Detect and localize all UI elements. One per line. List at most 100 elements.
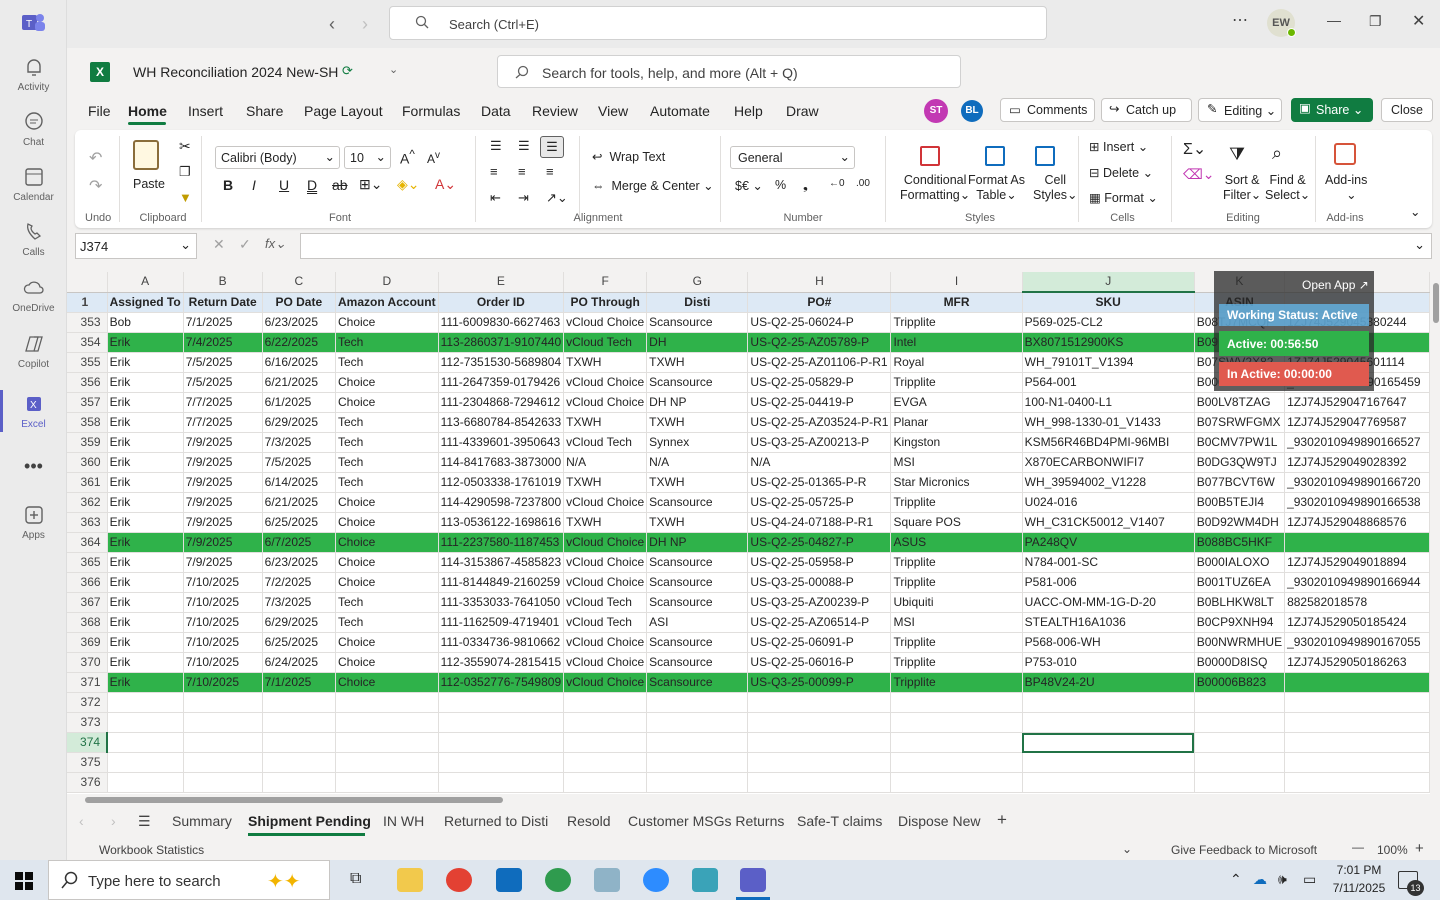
collaborator-avatar-st[interactable]: ST [924, 99, 948, 123]
row-header[interactable]: 373 [67, 712, 108, 733]
back-icon[interactable]: ‹ [329, 14, 335, 35]
cell[interactable]: Bob [107, 312, 184, 333]
cell[interactable] [262, 752, 337, 773]
cell[interactable]: 7/4/2025 [183, 332, 263, 353]
cell[interactable]: KSM56R46BD4PMI-96MBI [1022, 432, 1195, 453]
sheet-tab-shipment-pending[interactable]: Shipment Pending [248, 813, 371, 829]
cell[interactable]: 114-4290598-7237800 [438, 492, 565, 513]
cell[interactable]: 111-2647359-0179426 [438, 372, 565, 393]
cell[interactable]: 6/24/2025 [262, 652, 337, 673]
cell[interactable]: Square POS [890, 512, 1023, 533]
cell[interactable]: 111-8144849-2160259 [438, 572, 565, 593]
cell[interactable] [890, 772, 1023, 793]
workbook-statistics-button[interactable]: Workbook Statistics [99, 843, 204, 857]
header-cell[interactable]: SKU [1022, 292, 1195, 313]
header-cell[interactable]: Order ID [438, 292, 565, 313]
cell[interactable]: BP48V24-2U [1022, 672, 1195, 693]
cancel-entry-icon[interactable]: ✕ [213, 236, 225, 253]
format-as-table-button[interactable]: Format As Table⌄ [968, 173, 1025, 202]
cell[interactable] [1194, 752, 1286, 773]
cell[interactable]: Choice [335, 372, 439, 393]
next-sheet-icon[interactable]: › [111, 813, 116, 829]
cell[interactable]: vCloud Choice [563, 552, 648, 573]
clock-time[interactable]: 7:01 PM [1333, 863, 1385, 877]
column-header-e[interactable]: E [438, 272, 565, 293]
cell[interactable]: 7/10/2025 [183, 592, 263, 613]
cell[interactable]: WH_C31CK50012_V1407 [1022, 512, 1195, 533]
show-hidden-icons-icon[interactable]: ⌃ [1230, 871, 1242, 888]
cell[interactable]: U024-016 [1022, 492, 1195, 513]
cell[interactable] [890, 692, 1023, 713]
cell[interactable]: P581-006 [1022, 572, 1195, 593]
chrome-icon[interactable] [446, 868, 472, 892]
increase-font-icon[interactable]: A^ [400, 148, 415, 167]
cell[interactable]: WH_998-1330-01_V1433 [1022, 412, 1195, 433]
cell[interactable]: Erik [107, 392, 184, 413]
column-header-c[interactable]: C [262, 272, 337, 293]
cell[interactable]: Choice [335, 312, 439, 333]
cell[interactable]: DH [646, 332, 749, 353]
outlook-icon[interactable] [496, 868, 522, 892]
tab-formulas[interactable]: Formulas [402, 103, 460, 119]
cell[interactable]: Tripplite [890, 652, 1023, 673]
cell[interactable]: US-Q2-25-06016-P [747, 652, 892, 673]
cell[interactable]: Scansource [646, 572, 749, 593]
rail-excel[interactable]: X Excel [0, 393, 67, 430]
conditional-formatting-button[interactable]: Conditional Formatting⌄ [900, 173, 970, 202]
cell[interactable]: 7/10/2025 [183, 632, 263, 653]
row-header[interactable]: 355 [67, 352, 108, 373]
conditional-formatting-icon[interactable] [920, 146, 940, 166]
cell[interactable]: 111-2237580-1187453 [438, 532, 565, 553]
cell[interactable] [890, 712, 1023, 733]
cell-styles-icon[interactable] [1035, 146, 1055, 166]
collaborator-avatar-bl[interactable]: BL [961, 100, 983, 122]
cell[interactable] [1284, 712, 1430, 733]
cell[interactable] [563, 712, 648, 733]
cell[interactable]: EVGA [890, 392, 1023, 413]
cell[interactable]: B0CMV7PW1L [1194, 432, 1286, 453]
cut-icon[interactable]: ✂ [179, 138, 191, 155]
cell[interactable]: 7/5/2025 [262, 452, 337, 473]
cell[interactable]: 6/1/2025 [262, 392, 337, 413]
cell[interactable]: ASI [646, 612, 749, 633]
sort-filter-button[interactable]: Sort & Filter⌄ [1223, 173, 1261, 202]
cell[interactable]: 6/23/2025 [262, 312, 337, 333]
cell[interactable]: PA248QV [1022, 532, 1195, 553]
cell[interactable]: Scansource [646, 552, 749, 573]
cell[interactable]: UACC-OM-MM-1G-D-20 [1022, 592, 1195, 613]
cell[interactable]: 6/7/2025 [262, 532, 337, 553]
cell[interactable]: Erik [107, 492, 184, 513]
tab-automate[interactable]: Automate [650, 103, 710, 119]
row-header[interactable]: 361 [67, 472, 108, 493]
header-cell[interactable]: Assigned To [107, 292, 184, 313]
cell[interactable]: 7/9/2025 [183, 492, 263, 513]
rail-chat[interactable]: Chat [0, 111, 67, 148]
share-button[interactable]: Share ⌄ ▣ [1291, 98, 1373, 122]
more-apps-icon[interactable]: ••• [0, 456, 67, 477]
cell[interactable]: B0D92WM4DH [1194, 512, 1286, 533]
formula-input[interactable]: ⌄ [300, 233, 1432, 259]
cell[interactable] [563, 772, 648, 793]
cell[interactable] [107, 712, 184, 733]
cell[interactable]: 1ZJ74J529050185424 [1284, 612, 1430, 633]
row-header[interactable]: 375 [67, 752, 108, 773]
cell[interactable]: 7/9/2025 [183, 512, 263, 533]
cell[interactable]: US-Q2-25-05725-P [747, 492, 892, 513]
cell[interactable]: TXWH [646, 472, 749, 493]
cell[interactable]: Choice [335, 652, 439, 673]
cell[interactable]: Tripplite [890, 672, 1023, 693]
cell[interactable]: 7/1/2025 [183, 312, 263, 333]
column-header-i[interactable]: I [890, 272, 1023, 293]
cell[interactable]: 7/9/2025 [183, 452, 263, 473]
cell[interactable] [563, 752, 648, 773]
confirm-entry-icon[interactable]: ✓ [239, 236, 251, 253]
cell[interactable]: Scansource [646, 672, 749, 693]
cell[interactable]: vCloud Tech [563, 432, 648, 453]
cell[interactable]: Tech [335, 592, 439, 613]
cell[interactable]: 7/9/2025 [183, 532, 263, 553]
row-header[interactable]: 1 [67, 292, 108, 313]
cell[interactable] [563, 732, 648, 753]
column-header-g[interactable]: G [646, 272, 749, 293]
taskbar-search-box[interactable]: Type here to search ✦✦ [48, 860, 330, 900]
cell[interactable]: 1ZJ74J529049028392 [1284, 452, 1430, 473]
